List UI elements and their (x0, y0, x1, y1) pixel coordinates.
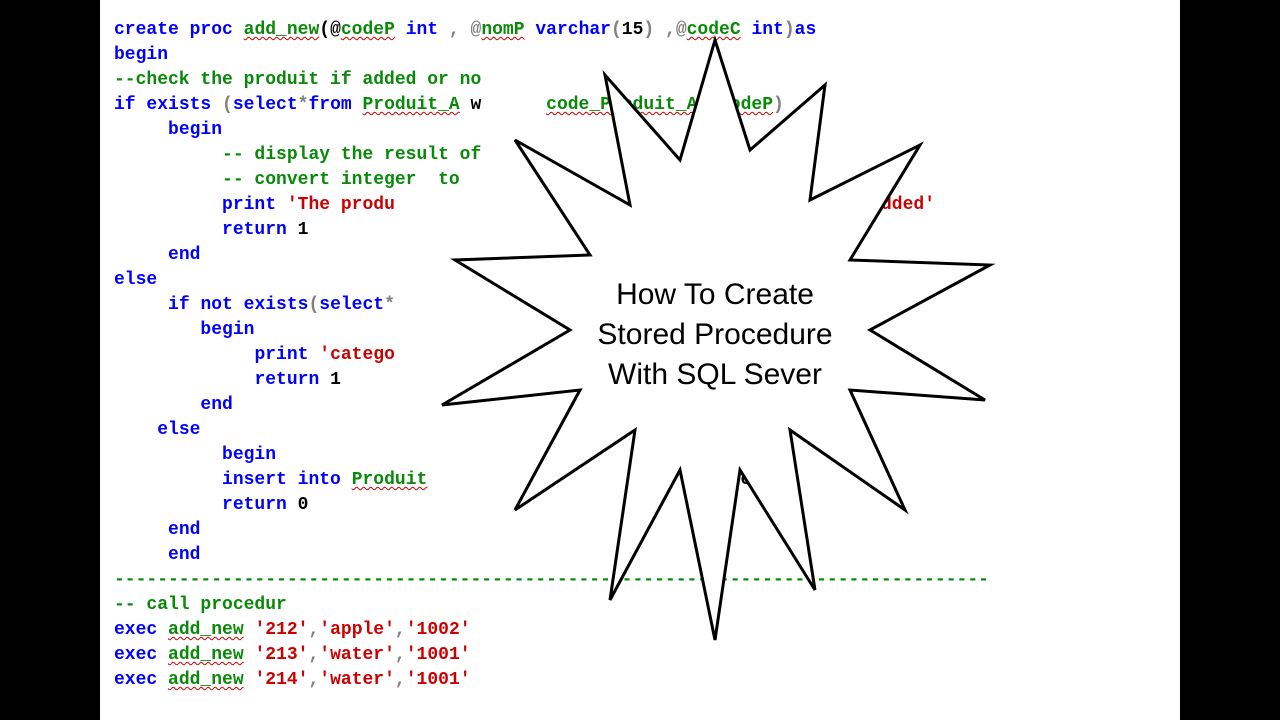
string: '212' (254, 620, 308, 640)
comma: , (308, 670, 319, 690)
keyword: else (114, 270, 157, 290)
comma: , (308, 645, 319, 665)
string: '213' (254, 645, 308, 665)
keyword: end (168, 545, 200, 565)
keyword: exec (114, 645, 157, 665)
divider-dashes: ----------------------------------------… (114, 570, 989, 590)
column-tail: A (730, 295, 741, 315)
string: '1002' (406, 620, 471, 640)
keyword: not (200, 295, 232, 315)
type: int (751, 20, 783, 40)
string: 'water' (319, 670, 395, 690)
keyword: end (168, 245, 200, 265)
param: codeC (762, 295, 816, 315)
keyword: select (233, 95, 298, 115)
param: codeP (341, 20, 395, 40)
string: 'apple' (319, 620, 395, 640)
keyword: begin (114, 45, 168, 65)
keyword: else (157, 420, 200, 440)
keyword: exists (244, 295, 309, 315)
punct: =@ (697, 95, 719, 115)
code-viewport: create proc add_new(@codeP int , @nomP v… (100, 0, 1180, 720)
punct: ) (643, 20, 654, 40)
keyword: end (200, 395, 232, 415)
number: 1 (298, 220, 309, 240)
number: 15 (622, 20, 644, 40)
keyword: create proc (114, 20, 233, 40)
table-name: Produit (352, 470, 428, 490)
proc-name: add_new (168, 645, 244, 665)
keyword: begin (200, 320, 254, 340)
punct: ) (816, 295, 827, 315)
string: 'catego (319, 345, 395, 365)
punct: , @ (438, 20, 481, 40)
punct: ,@ (654, 20, 686, 40)
keyword: return (254, 370, 319, 390)
keyword: return (222, 220, 287, 240)
punct: =@ (741, 295, 763, 315)
star: * (298, 95, 309, 115)
keyword: exec (114, 620, 157, 640)
number: 0 (298, 495, 309, 515)
keyword: begin (168, 120, 222, 140)
string: 'The produ (287, 195, 395, 215)
keyword: print (254, 345, 308, 365)
comma: , (395, 670, 406, 690)
keyword: if (168, 295, 190, 315)
comment: -- display the result of (222, 145, 492, 165)
table-name: Produit_A (363, 95, 460, 115)
param: codeP (719, 95, 773, 115)
comment: -- convert integer to (222, 170, 470, 190)
keyword: from (308, 95, 351, 115)
keyword: select (319, 295, 384, 315)
proc-name: add_new (168, 620, 244, 640)
comma: , (308, 620, 319, 640)
string: ha (633, 195, 655, 215)
string: is already added' (751, 195, 935, 215)
keyword: end (168, 520, 200, 540)
proc-name: add_new (244, 20, 320, 40)
string: '1001' (406, 670, 471, 690)
keyword: exec (114, 670, 157, 690)
punct: (@ (319, 20, 341, 40)
sql-code-block: create proc add_new(@codeP int , @nomP v… (114, 18, 1166, 693)
keyword: if (114, 95, 136, 115)
keyword: as (795, 20, 817, 40)
param: codeC (687, 20, 741, 40)
text: mP,@codeC) (687, 470, 795, 490)
string: '214' (254, 670, 308, 690)
punct: ) (784, 20, 795, 40)
punct: ( (211, 95, 233, 115)
comment: --check the produit if added or no (114, 70, 481, 90)
star: * (384, 295, 395, 315)
comma: , (395, 620, 406, 640)
punct: ) (773, 95, 784, 115)
keyword: into (298, 470, 341, 490)
comment: -- call procedur (114, 595, 287, 615)
column-name: code_Produit_A (546, 95, 697, 115)
keyword: print (222, 195, 276, 215)
string: ded' (838, 345, 881, 365)
comma: , (395, 645, 406, 665)
keyword: begin (222, 445, 276, 465)
param: nomP (481, 20, 524, 40)
keyword: return (222, 495, 287, 515)
keyword: insert (222, 470, 287, 490)
punct: ( (611, 20, 622, 40)
text: w (460, 95, 482, 115)
type: int (406, 20, 438, 40)
type: varchar (535, 20, 611, 40)
string: 'water' (319, 645, 395, 665)
number: 1 (330, 370, 341, 390)
string: '1001' (406, 645, 471, 665)
proc-name: add_new (168, 670, 244, 690)
keyword: exists (146, 95, 211, 115)
punct: ( (308, 295, 319, 315)
